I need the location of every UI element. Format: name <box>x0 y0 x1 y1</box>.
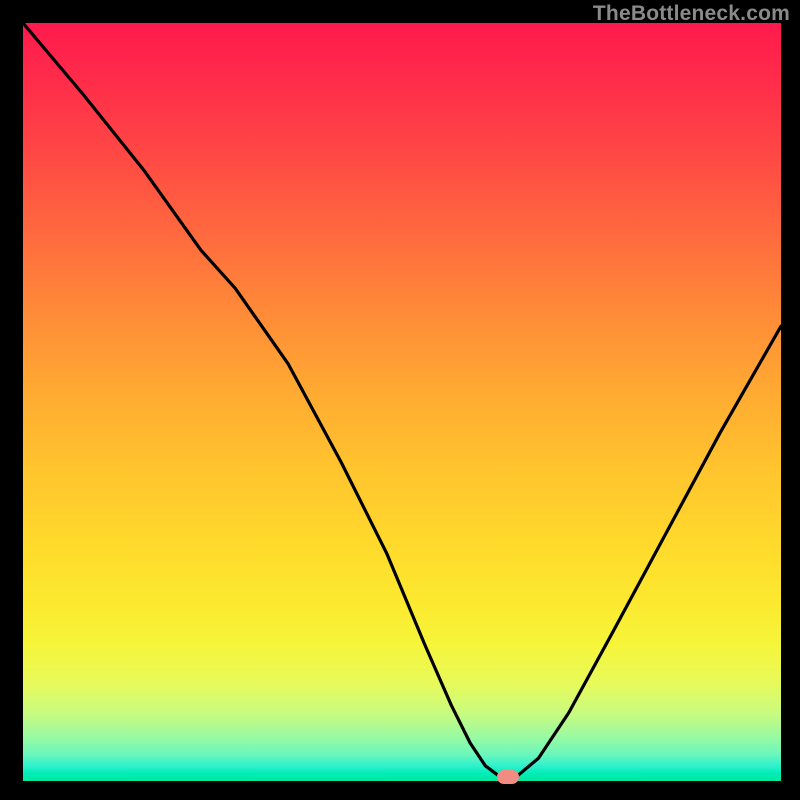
plot-background <box>23 23 781 781</box>
chart-frame: TheBottleneck.com <box>0 0 800 800</box>
watermark-text: TheBottleneck.com <box>593 2 790 26</box>
optimum-marker <box>497 770 519 784</box>
